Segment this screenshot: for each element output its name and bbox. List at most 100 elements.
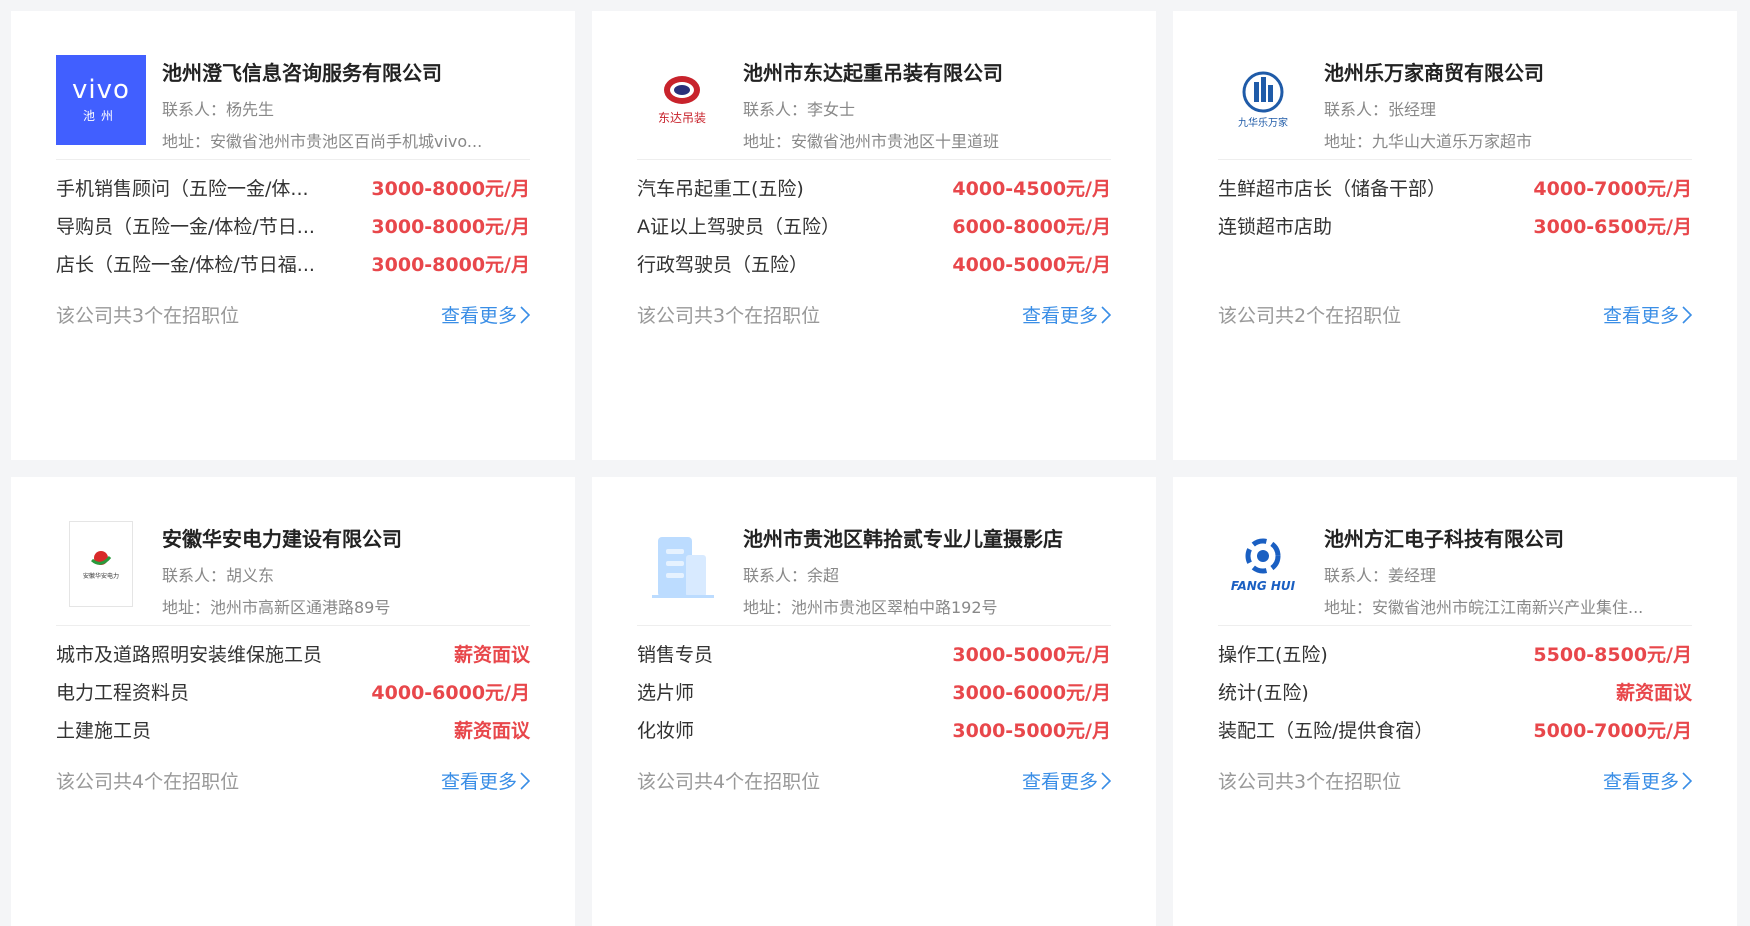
job-title[interactable]: 统计(五险) [1218,678,1309,705]
view-more-link[interactable]: 查看更多 [1022,301,1111,328]
job-list: 汽车吊起重工(五险) 4000-4500元/月 A证以上驾驶员（五险） 6000… [637,168,1111,282]
company-card[interactable]: 东达吊装 池州市东达起重吊装有限公司 联系人：李女士 地址：安徽省池州市贵池区十… [592,11,1156,460]
view-more-link[interactable]: 查看更多 [1022,767,1111,794]
view-more-link[interactable]: 查看更多 [1603,301,1692,328]
job-row[interactable]: 操作工(五险) 5500-8500元/月 [1218,634,1692,672]
job-title[interactable]: 店长（五险一金/体检/节日福... [56,250,315,277]
job-title[interactable]: 电力工程资料员 [56,678,189,705]
jiuhua-logo-mark: 九华乐万家 [1238,71,1288,129]
job-title[interactable]: 城市及道路照明安装维保施工员 [56,640,322,667]
company-grid: vivo 池州 池州澄飞信息咨询服务有限公司 联系人：杨先生 地址：安徽省池州市… [0,0,1750,926]
view-more-link[interactable]: 查看更多 [441,301,530,328]
job-list: 操作工(五险) 5500-8500元/月 统计(五险) 薪资面议 装配工（五险/… [1218,634,1692,748]
job-count: 该公司共4个在招职位 [56,771,240,793]
company-card[interactable]: 池州市贵池区韩拾贰专业儿童摄影店 联系人：余超 地址：池州市贵池区翠柏中路192… [592,477,1156,926]
job-salary: 薪资面议 [453,643,530,666]
job-row[interactable]: 生鲜超市店长（储备干部） 4000-7000元/月 [1218,168,1692,206]
view-more-link[interactable]: 查看更多 [441,767,530,794]
fanghui-logo-mark: FANG HUI [1231,538,1296,593]
job-row[interactable]: 手机销售顾问（五险一金/体... 3000-8000元/月 [56,168,530,206]
chevron-right-icon [1101,305,1111,324]
job-title[interactable]: 行政驾驶员（五险） [637,250,808,277]
job-row[interactable]: 店长（五险一金/体检/节日福... 3000-8000元/月 [56,244,530,282]
job-row[interactable]: 电力工程资料员 4000-6000元/月 [56,672,530,710]
card-header: vivo 池州 池州澄飞信息咨询服务有限公司 联系人：杨先生 地址：安徽省池州市… [56,55,530,160]
chevron-right-icon [1101,771,1111,790]
chevron-right-icon [520,771,530,790]
contact-person: 联系人：杨先生 [162,100,275,119]
card-footer: 该公司共4个在招职位 查看更多 [637,767,1111,794]
svg-text:FANG HUI: FANG HUI [1231,579,1296,593]
company-address: 地址：池州市贵池区翠柏中路192号 [743,598,998,617]
job-salary: 薪资面议 [453,719,530,742]
job-title[interactable]: 汽车吊起重工(五险) [637,174,804,201]
company-card[interactable]: 安徽华安电力 安徽华安电力建设有限公司 联系人：胡义东 地址：池州市高新区通港路… [11,477,575,926]
job-title[interactable]: 连锁超市店助 [1218,212,1332,239]
job-salary: 3000-5000元/月 [952,719,1111,742]
job-salary: 3000-5000元/月 [952,643,1111,666]
job-title[interactable]: 操作工(五险) [1218,640,1328,667]
job-title[interactable]: A证以上驾驶员（五险） [637,212,840,239]
job-title[interactable]: 化妆师 [637,716,694,743]
huaan-logo[interactable]: 安徽华安电力 [69,521,133,607]
job-title[interactable]: 土建施工员 [56,716,151,743]
company-name[interactable]: 安徽华安电力建设有限公司 [162,523,530,552]
card-footer: 该公司共3个在招职位 查看更多 [637,301,1111,328]
job-row[interactable]: 汽车吊起重工(五险) 4000-4500元/月 [637,168,1111,206]
card-header: 安徽华安电力 安徽华安电力建设有限公司 联系人：胡义东 地址：池州市高新区通港路… [56,521,530,626]
card-header: 九华乐万家 池州乐万家商贸有限公司 联系人：张经理 地址：九华山大道乐万家超市 [1218,55,1692,160]
jiuhua-logo[interactable]: 九华乐万家 [1218,55,1308,145]
company-name[interactable]: 池州澄飞信息咨询服务有限公司 [162,57,530,86]
job-row[interactable]: 土建施工员 薪资面议 [56,710,530,748]
job-row[interactable]: 导购员（五险一金/体检/节日... 3000-8000元/月 [56,206,530,244]
job-row[interactable]: 城市及道路照明安装维保施工员 薪资面议 [56,634,530,672]
view-more-label: 查看更多 [440,305,517,327]
job-row[interactable]: 行政驾驶员（五险） 4000-5000元/月 [637,244,1111,282]
company-address: 地址：安徽省池州市皖江江南新兴产业集住... [1324,598,1644,617]
company-info: 池州市东达起重吊装有限公司 联系人：李女士 地址：安徽省池州市贵池区十里道班 [743,55,1111,152]
job-row[interactable]: 装配工（五险/提供食宿） 5000-7000元/月 [1218,710,1692,748]
building-icon[interactable] [637,521,727,611]
card-footer: 该公司共3个在招职位 查看更多 [1218,767,1692,794]
job-salary: 4000-5000元/月 [952,253,1111,276]
job-title[interactable]: 生鲜超市店长（储备干部） [1218,174,1446,201]
job-salary: 3000-6500元/月 [1533,215,1692,238]
job-row[interactable]: 统计(五险) 薪资面议 [1218,672,1692,710]
company-card[interactable]: 九华乐万家 池州乐万家商贸有限公司 联系人：张经理 地址：九华山大道乐万家超市 … [1173,11,1737,460]
vivo-logo[interactable]: vivo 池州 [56,55,146,145]
job-row[interactable]: 选片师 3000-6000元/月 [637,672,1111,710]
job-title[interactable]: 装配工（五险/提供食宿） [1218,716,1433,743]
view-more-label: 查看更多 [1602,305,1679,327]
company-address: 地址：安徽省池州市贵池区十里道班 [743,132,1000,151]
job-salary: 5500-8500元/月 [1533,643,1692,666]
contact-person: 联系人：姜经理 [1324,566,1437,585]
view-more-label: 查看更多 [440,771,517,793]
company-name[interactable]: 池州市东达起重吊装有限公司 [743,57,1111,86]
job-row[interactable]: 连锁超市店助 3000-6500元/月 [1218,206,1692,244]
job-salary: 3000-8000元/月 [371,253,530,276]
job-count: 该公司共4个在招职位 [637,771,821,793]
dongda-logo-mark: 东达吊装 [658,76,706,125]
company-name[interactable]: 池州方汇电子科技有限公司 [1324,523,1692,552]
job-count: 该公司共2个在招职位 [1218,305,1402,327]
company-card[interactable]: FANG HUI 池州方汇电子科技有限公司 联系人：姜经理 地址：安徽省池州市皖… [1173,477,1737,926]
job-title[interactable]: 选片师 [637,678,694,705]
logo-text: vivo [72,74,130,105]
company-name[interactable]: 池州乐万家商贸有限公司 [1324,57,1692,86]
job-row[interactable]: A证以上驾驶员（五险） 6000-8000元/月 [637,206,1111,244]
job-row[interactable]: 销售专员 3000-5000元/月 [637,634,1111,672]
company-name[interactable]: 池州市贵池区韩拾贰专业儿童摄影店 [743,523,1111,552]
card-footer: 该公司共4个在招职位 查看更多 [56,767,530,794]
job-row[interactable]: 化妆师 3000-5000元/月 [637,710,1111,748]
job-title[interactable]: 手机销售顾问（五险一金/体... [56,174,309,201]
job-salary: 4000-7000元/月 [1533,177,1692,200]
view-more-label: 查看更多 [1021,305,1098,327]
job-title[interactable]: 导购员（五险一金/体检/节日... [56,212,315,239]
company-card[interactable]: vivo 池州 池州澄飞信息咨询服务有限公司 联系人：杨先生 地址：安徽省池州市… [11,11,575,460]
fanghui-logo[interactable]: FANG HUI [1218,521,1308,611]
view-more-link[interactable]: 查看更多 [1603,767,1692,794]
job-title[interactable]: 销售专员 [637,640,713,667]
dongda-logo[interactable]: 东达吊装 [637,55,727,145]
view-more-label: 查看更多 [1021,771,1098,793]
job-count: 该公司共3个在招职位 [1218,771,1402,793]
